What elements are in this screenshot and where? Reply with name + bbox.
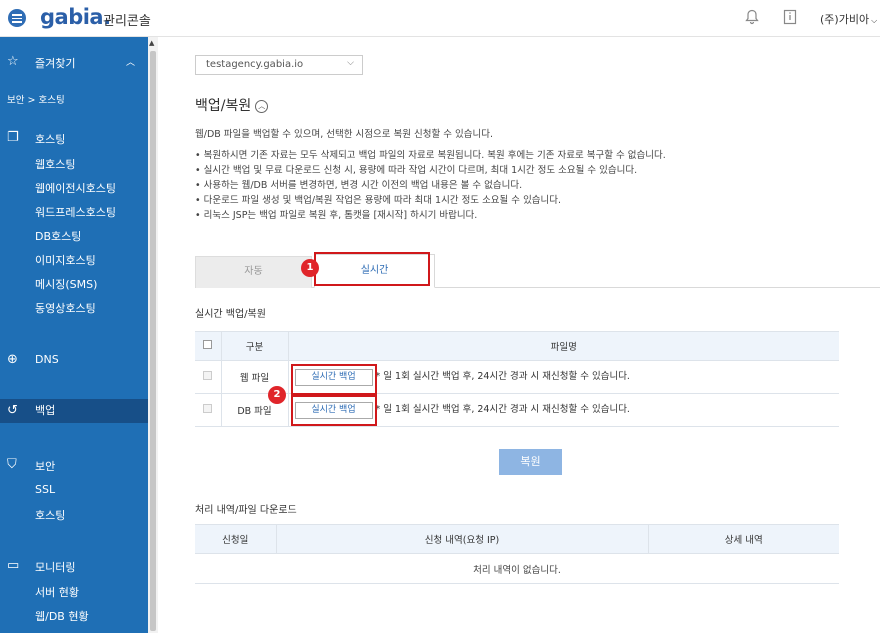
sidebar-item-image-hosting[interactable]: 이미지호스팅 xyxy=(0,252,148,268)
gabia-logo[interactable]: gabia. xyxy=(40,5,111,29)
sidebar-item-agency-hosting[interactable]: 웹에이전시호스팅 xyxy=(0,180,148,196)
user-name: (주)가비아 xyxy=(820,13,870,26)
history-section-title: 처리 내역/파일 다운로드 xyxy=(195,505,297,516)
notice-list: • 복원하시면 기존 자료는 모두 삭제되고 백업 파일의 자료로 복원됩니다.… xyxy=(195,148,666,223)
row-checkbox[interactable] xyxy=(203,404,213,413)
main-content: testagency.gabia.io ⌵ 백업/복원 ︿ 웹/DB 파일을 백업… xyxy=(158,37,880,633)
shield-icon: ⛉ xyxy=(7,457,17,472)
sidebar-item-wordpress-hosting[interactable]: 워드프레스호스팅 xyxy=(0,204,148,220)
domain-select[interactable]: testagency.gabia.io ⌵ xyxy=(195,55,363,75)
bell-icon[interactable] xyxy=(745,9,759,29)
sidebar-item-backup[interactable]: ↺ 백업 xyxy=(0,399,148,423)
select-all-checkbox[interactable] xyxy=(203,340,213,349)
page-title: 백업/복원 ︿ xyxy=(195,95,269,115)
domain-select-value: testagency.gabia.io xyxy=(206,59,304,70)
tab-auto[interactable]: 자동 xyxy=(195,256,312,288)
notice-icon[interactable] xyxy=(783,9,797,29)
sidebar: ☆ 즐겨찾기 ︿ 보안 > 호스팅 ❐ 호스팅 웹호스팅 웹에이전시호스팅 워드… xyxy=(0,37,148,633)
sidebar-item-db-hosting[interactable]: DB호스팅 xyxy=(0,228,148,244)
page-title-text: 백업/복원 xyxy=(195,98,252,114)
monitor-icon: ▭ xyxy=(7,558,20,573)
sidebar-item-dns[interactable]: ⊕ DNS xyxy=(0,352,148,367)
notice-item: • 복원하시면 기존 자료는 모두 삭제되고 백업 파일의 자료로 복원됩니다.… xyxy=(195,150,666,161)
sidebar-item-video-hosting[interactable]: 동영상호스팅 xyxy=(0,300,148,316)
chevron-up-icon: ︿ xyxy=(126,58,136,68)
row-note: * 일 1회 실시간 백업 후, 24시간 경과 시 재신청할 수 있습니다. xyxy=(375,404,630,415)
backup-tabs: 자동 실시간 xyxy=(195,254,880,288)
sidebar-item-sms[interactable]: 메시징(SMS) xyxy=(0,276,148,292)
sidebar-item-webdb-status[interactable]: 웹/DB 현황 xyxy=(0,608,148,624)
chevron-down-icon: ⌵ xyxy=(347,58,354,68)
empty-message: 처리 내역이 없습니다. xyxy=(195,553,839,584)
table-header-filename: 파일명 xyxy=(288,331,839,361)
collapse-icon[interactable]: ︿ xyxy=(255,100,269,113)
table-header-detail: 신청 내역(요청 IP) xyxy=(275,524,649,554)
step-badge-1: 1 xyxy=(301,259,319,277)
console-title: 관리콘솔 xyxy=(103,14,151,29)
sidebar-scrollbar[interactable]: ▲ xyxy=(148,37,158,633)
history-icon: ↺ xyxy=(7,403,18,418)
sidebar-breadcrumb: 보안 > 호스팅 xyxy=(7,95,65,106)
notice-item: • 사용하는 웹/DB 서버를 변경하면, 변경 시간 이전의 백업 내용은 볼… xyxy=(195,180,523,191)
highlight-box xyxy=(291,395,377,426)
highlight-box xyxy=(314,252,430,286)
history-table: 신청일 신청 내역(요청 IP) 상세 내역 처리 내역이 없습니다. xyxy=(195,524,839,584)
user-menu[interactable]: (주)가비아 ⌵ xyxy=(820,11,877,27)
realtime-section-title: 실시간 백업/복원 xyxy=(195,309,266,320)
star-icon: ☆ xyxy=(7,54,19,69)
sidebar-item-hosting[interactable]: ❐ 호스팅 xyxy=(0,130,148,147)
step-badge-2: 2 xyxy=(268,386,286,404)
scrollbar-thumb[interactable] xyxy=(150,51,156,631)
sidebar-item-monitoring[interactable]: ▭ 모니터링 xyxy=(0,558,148,575)
table-row: 처리 내역이 없습니다. xyxy=(195,553,839,584)
notice-item: • 실시간 백업 및 무료 다운로드 신청 시, 용량에 따라 작업 시간이 다… xyxy=(195,165,638,176)
notice-item: • 리눅스 JSP는 백업 파일로 복원 후, 톰캣을 [재시작] 하시기 바랍… xyxy=(195,210,478,221)
table-header-checkbox xyxy=(195,331,222,361)
table-header-date: 신청일 xyxy=(195,524,277,554)
table-header-type: 구분 xyxy=(220,331,289,361)
sidebar-item-server-status[interactable]: 서버 현황 xyxy=(0,584,148,600)
top-bar: gabia. 관리콘솔 (주)가비아 ⌵ xyxy=(0,0,880,37)
row-checkbox[interactable] xyxy=(203,371,213,380)
sidebar-favorites[interactable]: ☆ 즐겨찾기 ︿ xyxy=(0,54,148,71)
hosting-icon: ❐ xyxy=(7,130,19,145)
menu-icon[interactable] xyxy=(8,9,26,27)
sidebar-item-security[interactable]: ⛉ 보안 xyxy=(0,457,148,474)
sidebar-item-web-hosting[interactable]: 웹호스팅 xyxy=(0,156,148,172)
highlight-box xyxy=(291,364,377,395)
notice-item: • 다운로드 파일 생성 및 백업/복원 작업은 용량에 따라 최대 1시간 정… xyxy=(195,195,562,206)
scroll-up-icon[interactable]: ▲ xyxy=(149,39,154,47)
page-description: 웹/DB 파일을 백업할 수 있으며, 선택한 시점으로 복원 신청할 수 있습… xyxy=(195,129,493,140)
chevron-down-icon: ⌵ xyxy=(871,16,878,25)
restore-button[interactable]: 복원 xyxy=(499,449,562,475)
globe-icon: ⊕ xyxy=(7,352,18,367)
table-header-more: 상세 내역 xyxy=(648,524,839,554)
row-note: * 일 1회 실시간 백업 후, 24시간 경과 시 재신청할 수 있습니다. xyxy=(375,371,630,382)
sidebar-item-security-hosting[interactable]: 호스팅 xyxy=(0,507,148,523)
sidebar-item-ssl[interactable]: SSL xyxy=(0,483,148,496)
